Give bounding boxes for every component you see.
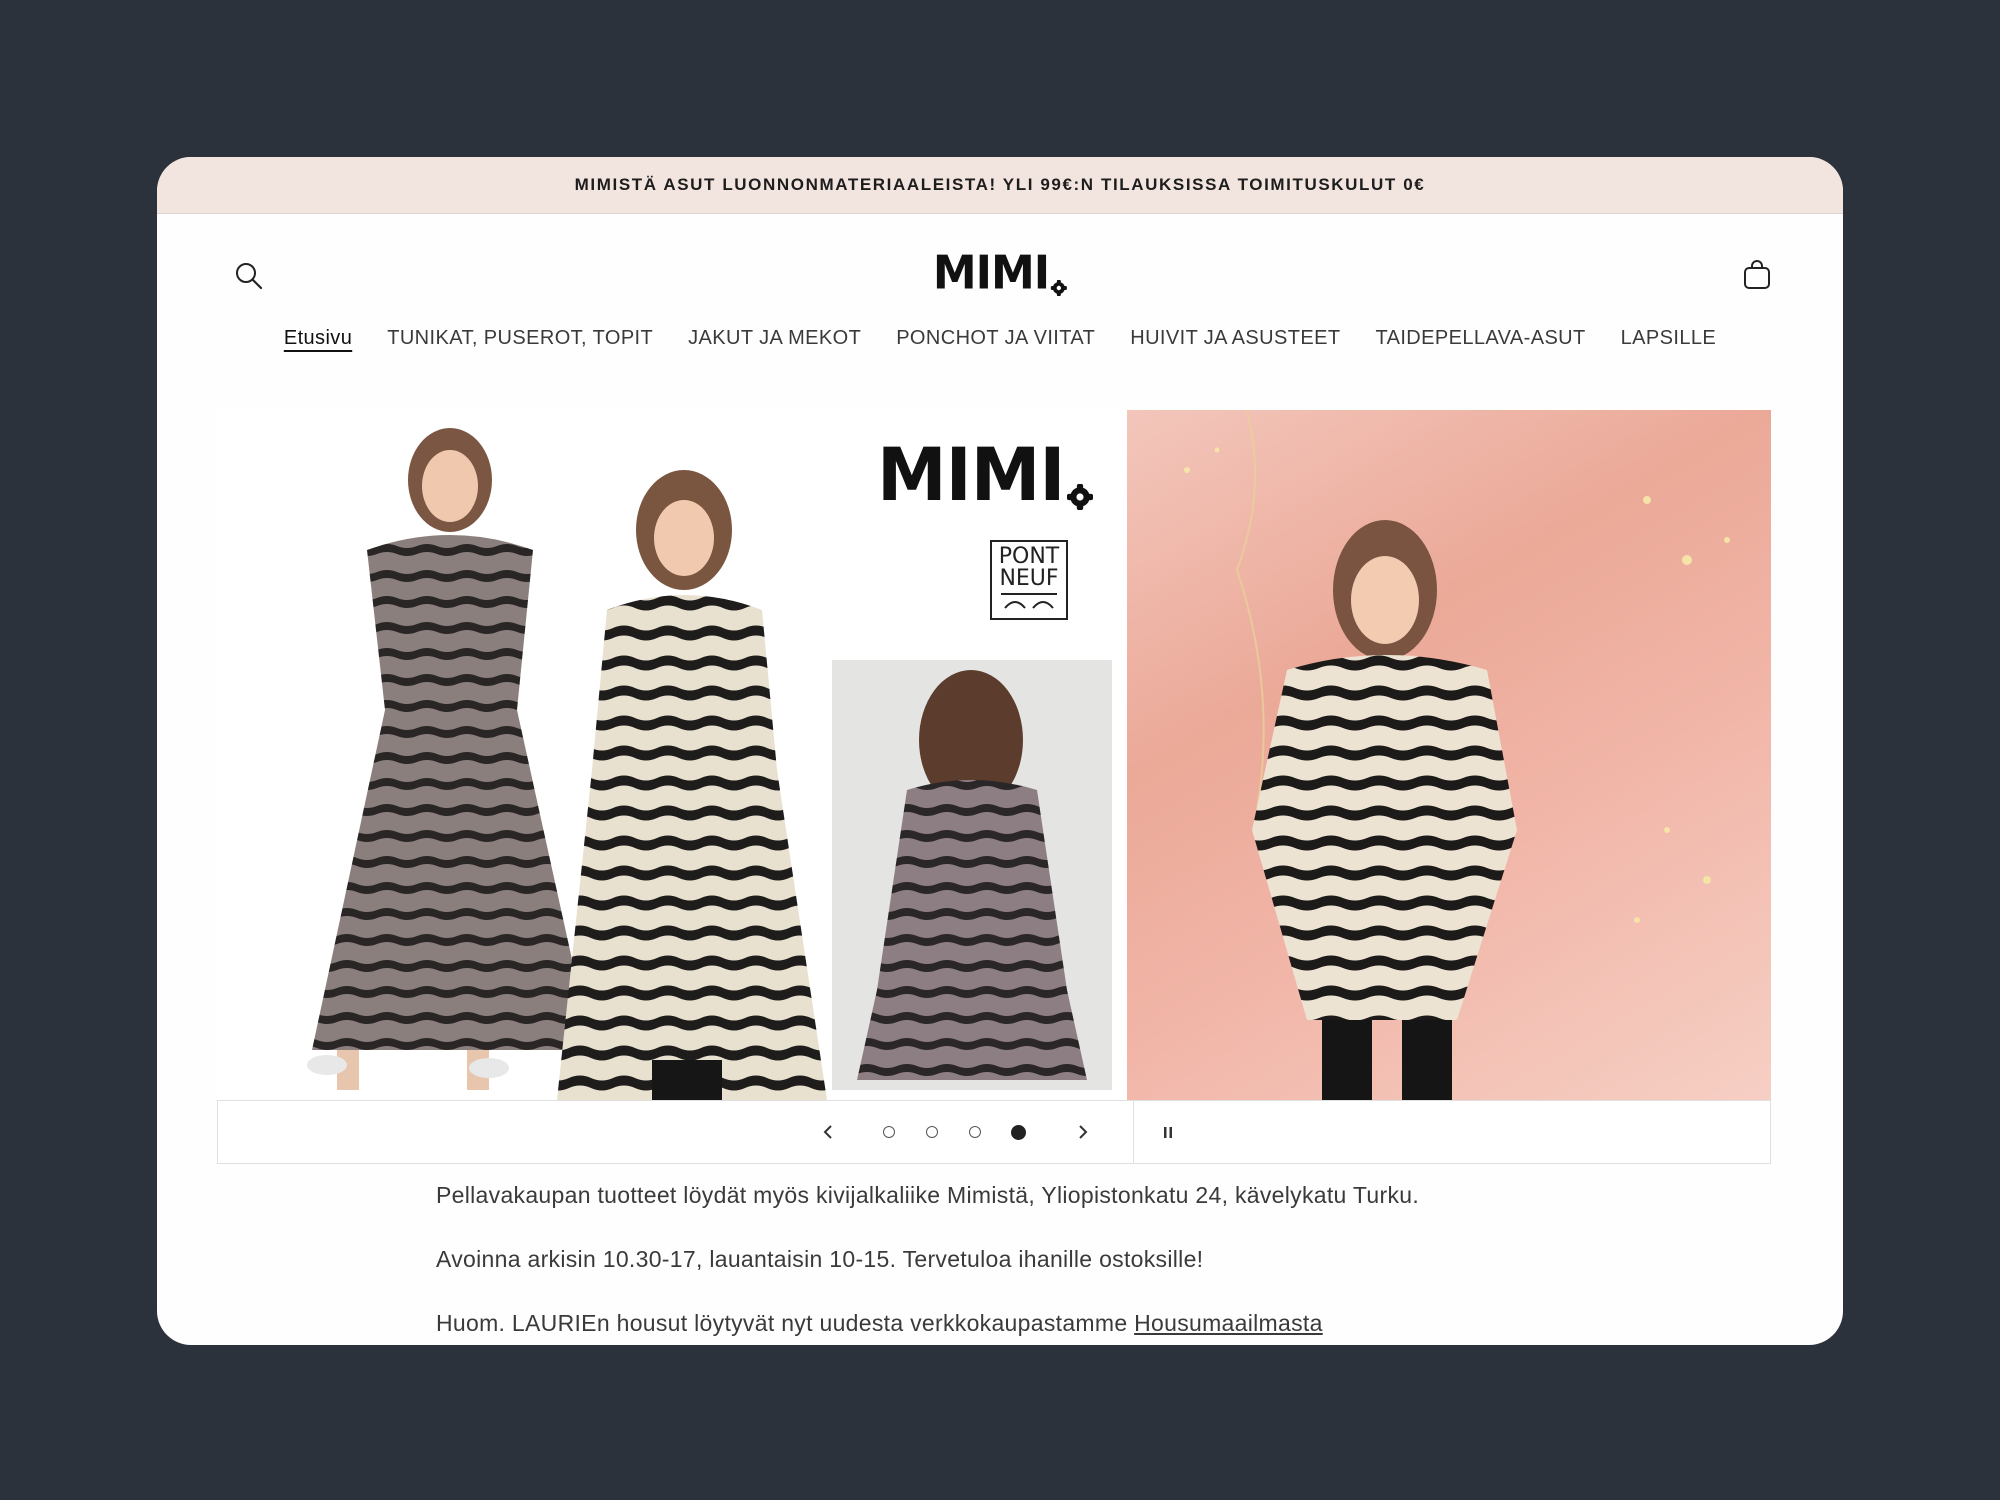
flower-icon — [1067, 484, 1094, 510]
search-icon — [236, 263, 263, 290]
chevron-left-icon — [823, 1125, 832, 1139]
hero-slideshow[interactable]: MIMI PONT NEUF — [217, 410, 1771, 1100]
logo-text: MIMI — [932, 246, 1050, 301]
dot-indicator — [926, 1126, 938, 1138]
site-header: MIMI — [157, 214, 1843, 334]
info-paragraph-2: Avoinna arkisin 10.30-17, lauantaisin 10… — [436, 1246, 1204, 1272]
nav-item-tunikat[interactable]: TUNIKAT, PUSEROT, TOPIT — [387, 327, 653, 350]
slide-dot-3[interactable] — [960, 1101, 990, 1163]
dot-indicator-active — [1010, 1124, 1026, 1140]
brand-line-1: PONT — [998, 544, 1060, 569]
prev-slide-button[interactable] — [808, 1101, 848, 1163]
slide-image-model — [1127, 410, 1771, 1100]
model-photo-2 — [1184, 410, 1730, 1100]
housumaailma-link[interactable]: Housumaailmasta — [1134, 1310, 1323, 1336]
slide-logo-text: MIMI — [877, 431, 1065, 519]
controls-divider — [1133, 1101, 1134, 1163]
slideshow-controls — [217, 1100, 1771, 1164]
chevron-right-icon — [1079, 1125, 1088, 1139]
brand-line-2: NEUF — [999, 566, 1059, 591]
nav-item-jakut[interactable]: JAKUT JA MEKOT — [688, 327, 861, 350]
search-button[interactable] — [231, 258, 267, 294]
slide-logo-mark: MIMI — [877, 431, 1094, 519]
pause-icon — [1164, 1127, 1172, 1138]
nav-item-huivit[interactable]: HUIVIT JA ASUSTEET — [1130, 327, 1340, 350]
main-nav: Etusivu TUNIKAT, PUSEROT, TOPIT JAKUT JA… — [157, 327, 1843, 350]
dot-indicator — [969, 1126, 981, 1138]
flower-icon — [1051, 280, 1068, 296]
cart-button[interactable] — [1739, 258, 1775, 294]
nav-item-etusivu[interactable]: Etusivu — [284, 327, 352, 350]
slide-dot-2[interactable] — [917, 1101, 947, 1163]
info-paragraph-3: Huom. LAURIEn housut löytyvät nyt uudest… — [436, 1310, 1419, 1337]
slide-dot-4[interactable] — [1003, 1101, 1033, 1163]
info-paragraph-1: Pellavakaupan tuotteet löydät myös kivij… — [436, 1182, 1420, 1208]
next-slide-button[interactable] — [1063, 1101, 1103, 1163]
slide-image-collage: MIMI PONT NEUF — [217, 410, 1127, 1100]
browser-window: MIMISTÄ ASUT LUONNONMATERIAALEISTA! YLI … — [157, 157, 1843, 1345]
pause-slideshow-button[interactable] — [1148, 1101, 1188, 1163]
dot-indicator — [883, 1126, 895, 1138]
announcement-bar: MIMISTÄ ASUT LUONNONMATERIAALEISTA! YLI … — [157, 157, 1843, 214]
nav-item-taidepellava[interactable]: TAIDEPELLAVA-ASUT — [1375, 327, 1585, 350]
site-logo[interactable]: MIMI — [932, 246, 1068, 301]
bridge-icon — [1001, 593, 1057, 609]
announcement-text: MIMISTÄ ASUT LUONNONMATERIAALEISTA! YLI … — [574, 175, 1426, 194]
shopping-bag-icon — [1744, 260, 1770, 289]
info-paragraph-3-text: Huom. LAURIEn housut löytyvät nyt uudest… — [436, 1310, 1135, 1336]
nav-item-lapsille[interactable]: LAPSILLE — [1621, 327, 1717, 350]
nav-item-ponchot[interactable]: PONCHOT JA VIITAT — [896, 327, 1095, 350]
pont-neuf-logo: PONT NEUF — [990, 540, 1068, 620]
slide-dot-1[interactable] — [874, 1101, 904, 1163]
store-info: Pellavakaupan tuotteet löydät myös kivij… — [436, 1182, 1419, 1345]
